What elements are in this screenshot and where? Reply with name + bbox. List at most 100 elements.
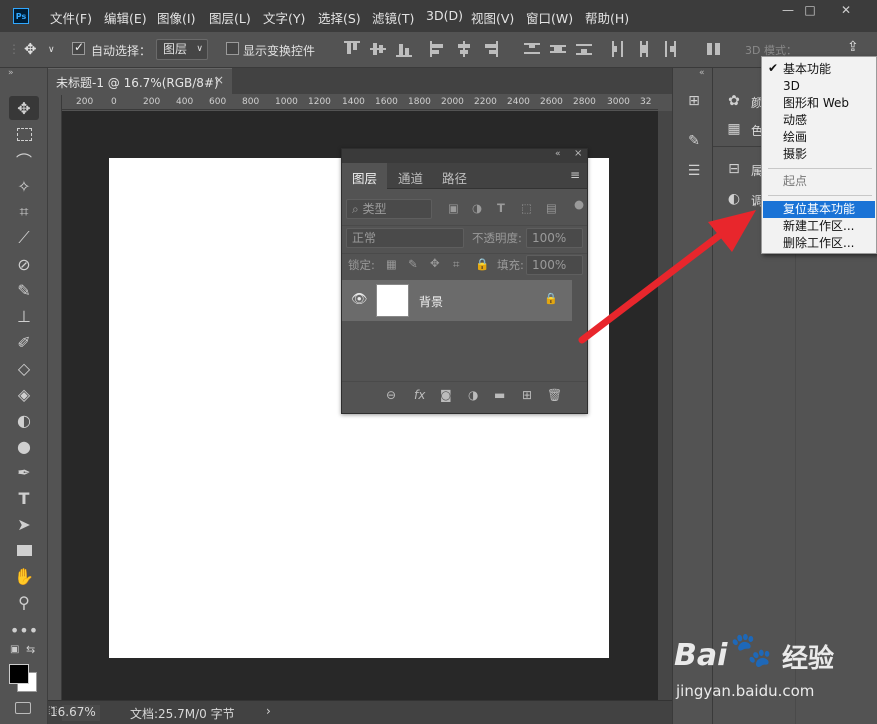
tab-channels[interactable]: 通道	[388, 163, 433, 189]
distribute-right-icon[interactable]	[662, 41, 678, 57]
hand-tool-icon[interactable]: ✋	[9, 564, 39, 588]
link-icon[interactable]: ⊖	[386, 388, 396, 402]
menu-select[interactable]: 选择(S)	[318, 8, 361, 27]
menu-layer[interactable]: 图层(L)	[209, 8, 251, 27]
adjustment-filter-icon[interactable]: ◑	[472, 201, 482, 215]
color-panel-icon[interactable]: ✿	[725, 92, 743, 110]
chevron-down-icon[interactable]: ∨	[48, 45, 55, 55]
reset-essentials-item[interactable]: 复位基本功能	[763, 201, 875, 218]
align-top-icon[interactable]	[344, 41, 360, 57]
swatches-panel-icon[interactable]: ▦	[725, 120, 743, 138]
workspace-motion[interactable]: 动感	[763, 112, 875, 129]
menu-edit[interactable]: 编辑(E)	[104, 8, 147, 27]
delete-workspace-item[interactable]: 删除工作区...	[763, 235, 875, 252]
panel-menu-icon[interactable]: ≡	[570, 168, 580, 182]
menu-file[interactable]: 文件(F)	[50, 8, 92, 27]
workspace-photography[interactable]: 摄影	[763, 146, 875, 163]
eyedropper-tool-icon[interactable]: ⟋	[9, 226, 39, 250]
folder-icon[interactable]: ▬	[494, 388, 505, 402]
layer-row[interactable]: 👁 背景 🔒	[342, 280, 572, 321]
mask-icon[interactable]: ◙	[440, 388, 452, 402]
align-bottom-icon[interactable]	[396, 41, 412, 57]
swap-colors-icon[interactable]: ⇆	[26, 643, 35, 656]
blur-tool-icon[interactable]: ◐	[9, 408, 39, 432]
trash-icon[interactable]: 🗑	[547, 388, 562, 402]
expand-dock-icon[interactable]: «	[699, 68, 705, 78]
quick-select-tool-icon[interactable]: ✧	[9, 174, 39, 198]
lock-position-icon[interactable]: ✥	[430, 256, 440, 270]
healing-brush-tool-icon[interactable]: ⊘	[9, 252, 39, 276]
visibility-eye-icon[interactable]: 👁	[351, 292, 368, 307]
smart-object-filter-icon[interactable]: ▤	[546, 201, 557, 215]
workspace-graphics-web[interactable]: 图形和 Web	[763, 95, 875, 112]
fx-icon[interactable]: fx	[414, 388, 425, 402]
auto-select-checkbox[interactable]	[72, 40, 85, 55]
lock-artboard-icon[interactable]: ⌗	[453, 257, 459, 272]
auto-select-target-dropdown[interactable]: 图层 ∨	[156, 39, 208, 60]
close-tab-icon[interactable]: ×	[214, 73, 224, 87]
new-layer-icon[interactable]: ⊞	[522, 388, 532, 402]
crop-tool-icon[interactable]: ⌗	[9, 200, 39, 224]
workspace-essentials[interactable]: 基本功能	[763, 61, 875, 78]
distribute-vcenter-icon[interactable]	[550, 41, 566, 57]
menu-type[interactable]: 文字(Y)	[263, 8, 305, 27]
align-left-icon[interactable]	[430, 41, 446, 57]
blend-mode-dropdown[interactable]: 正常	[346, 228, 464, 248]
share-icon[interactable]: ⇪	[847, 39, 859, 55]
menu-view[interactable]: 视图(V)	[471, 8, 514, 27]
workspace-3d[interactable]: 3D	[763, 78, 875, 95]
marquee-tool-icon[interactable]	[9, 122, 39, 146]
distribute-left-icon[interactable]	[610, 41, 626, 57]
clone-stamp-tool-icon[interactable]: ⊥	[9, 304, 39, 328]
collapse-panel-icon[interactable]: «	[555, 149, 561, 159]
new-workspace-item[interactable]: 新建工作区...	[763, 218, 875, 235]
auto-align-icon[interactable]	[706, 41, 722, 57]
panel-title-bar[interactable]: « ×	[342, 148, 587, 163]
distribute-hcenter-icon[interactable]	[636, 41, 652, 57]
rectangle-tool-icon[interactable]	[9, 538, 39, 562]
close-panel-icon[interactable]: ×	[574, 148, 582, 159]
workspace-start[interactable]: 起点	[763, 173, 875, 190]
tab-layers[interactable]: 图层	[342, 163, 388, 189]
adjustment-icon[interactable]: ◑	[468, 388, 478, 402]
zoom-tool-icon[interactable]: ⚲	[9, 590, 39, 614]
menu-image[interactable]: 图像(I)	[157, 8, 195, 27]
layer-lock-icon[interactable]: 🔒	[544, 292, 558, 305]
path-select-tool-icon[interactable]: ➤	[9, 512, 39, 536]
move-tool-icon[interactable]: ✥	[24, 40, 37, 58]
lock-all-icon[interactable]: 🔒	[475, 257, 489, 271]
layer-name[interactable]: 背景	[419, 293, 443, 310]
align-right-icon[interactable]	[482, 41, 498, 57]
history-panel-icon[interactable]: ⊞	[685, 92, 703, 110]
distribute-bottom-icon[interactable]	[576, 41, 592, 57]
paint-bucket-tool-icon[interactable]: ◈	[9, 382, 39, 406]
menu-help[interactable]: 帮助(H)	[585, 8, 629, 27]
dodge-tool-icon[interactable]: ●	[9, 434, 39, 458]
zoom-level[interactable]: 16.67%	[49, 705, 96, 719]
lasso-tool-icon[interactable]: ⌒	[9, 148, 39, 172]
move-tool-icon[interactable]: ✥	[9, 96, 39, 120]
status-menu-arrow[interactable]: ›	[266, 704, 271, 718]
history-brush-tool-icon[interactable]: ✐	[9, 330, 39, 354]
lock-transparent-icon[interactable]: ▦	[386, 257, 397, 271]
type-filter-icon[interactable]: T	[497, 201, 505, 215]
close-button[interactable]: ✕	[829, 0, 863, 20]
pen-tool-icon[interactable]: ✒	[9, 460, 39, 484]
foreground-color-swatch[interactable]	[9, 664, 29, 684]
workspace-painting[interactable]: 绘画	[763, 129, 875, 146]
eraser-tool-icon[interactable]: ◇	[9, 356, 39, 380]
lock-pixels-icon[interactable]: ✎	[408, 257, 418, 271]
brush-presets-icon[interactable]: ☰	[685, 162, 703, 180]
brush-settings-icon[interactable]: ✎	[685, 132, 703, 150]
menu-window[interactable]: 窗口(W)	[526, 8, 573, 27]
align-hcenter-icon[interactable]	[456, 41, 472, 57]
shape-filter-icon[interactable]: ⬚	[521, 201, 532, 215]
quick-mask-icon[interactable]	[15, 702, 31, 714]
pixel-filter-icon[interactable]: ▣	[448, 201, 459, 215]
distribute-top-icon[interactable]	[524, 41, 540, 57]
show-transform-checkbox[interactable]	[226, 42, 239, 55]
more-tools-icon[interactable]: •••	[9, 618, 39, 642]
default-colors-icon[interactable]: ▣	[10, 644, 19, 655]
document-tab[interactable]: 未标题-1 @ 16.7%(RGB/8#) ×	[48, 68, 232, 94]
menu-3d[interactable]: 3D(D)	[426, 8, 463, 23]
